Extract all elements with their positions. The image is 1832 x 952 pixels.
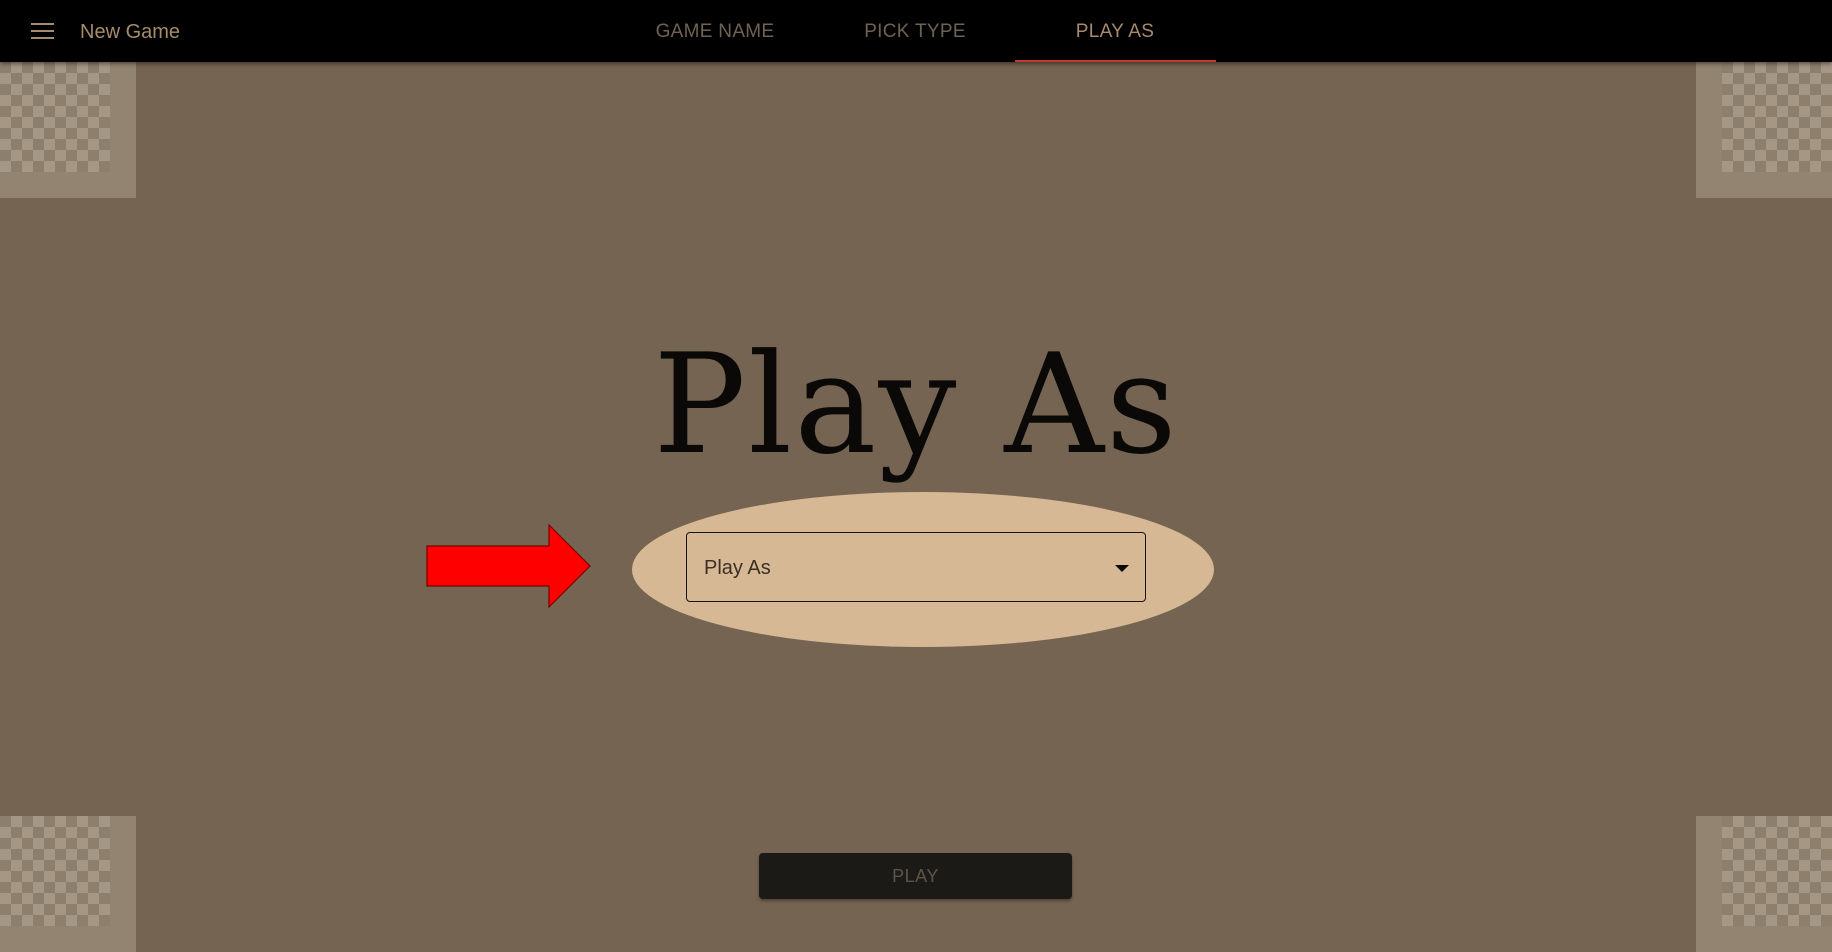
app-title: New Game [80,21,181,43]
caret-down-icon[interactable] [1115,565,1129,572]
red-arrow-right-icon [426,524,591,608]
page-heading: Play As [653,324,1179,485]
new-game-page: New Game GAME NAME PICK TYPE PLAY AS Pla… [0,0,1832,952]
corner-checkerboard-bottom-right [1696,816,1832,952]
corner-checkerboard-top-left [0,62,136,198]
tab-game-name[interactable]: GAME NAME [635,0,795,62]
tab-play-as[interactable]: PLAY AS [1015,0,1215,62]
play-as-select-label: Play As [704,557,771,579]
play-as-select[interactable]: Play As [686,532,1146,602]
play-button[interactable]: PLAY [759,853,1072,899]
corner-checkerboard-top-right [1696,62,1832,198]
tab-pick-type[interactable]: PICK TYPE [835,0,995,62]
active-tab-indicator [1015,60,1216,62]
hamburger-menu-icon[interactable] [22,14,62,48]
top-app-bar: New Game GAME NAME PICK TYPE PLAY AS [0,0,1832,62]
corner-checkerboard-bottom-left [0,816,136,952]
